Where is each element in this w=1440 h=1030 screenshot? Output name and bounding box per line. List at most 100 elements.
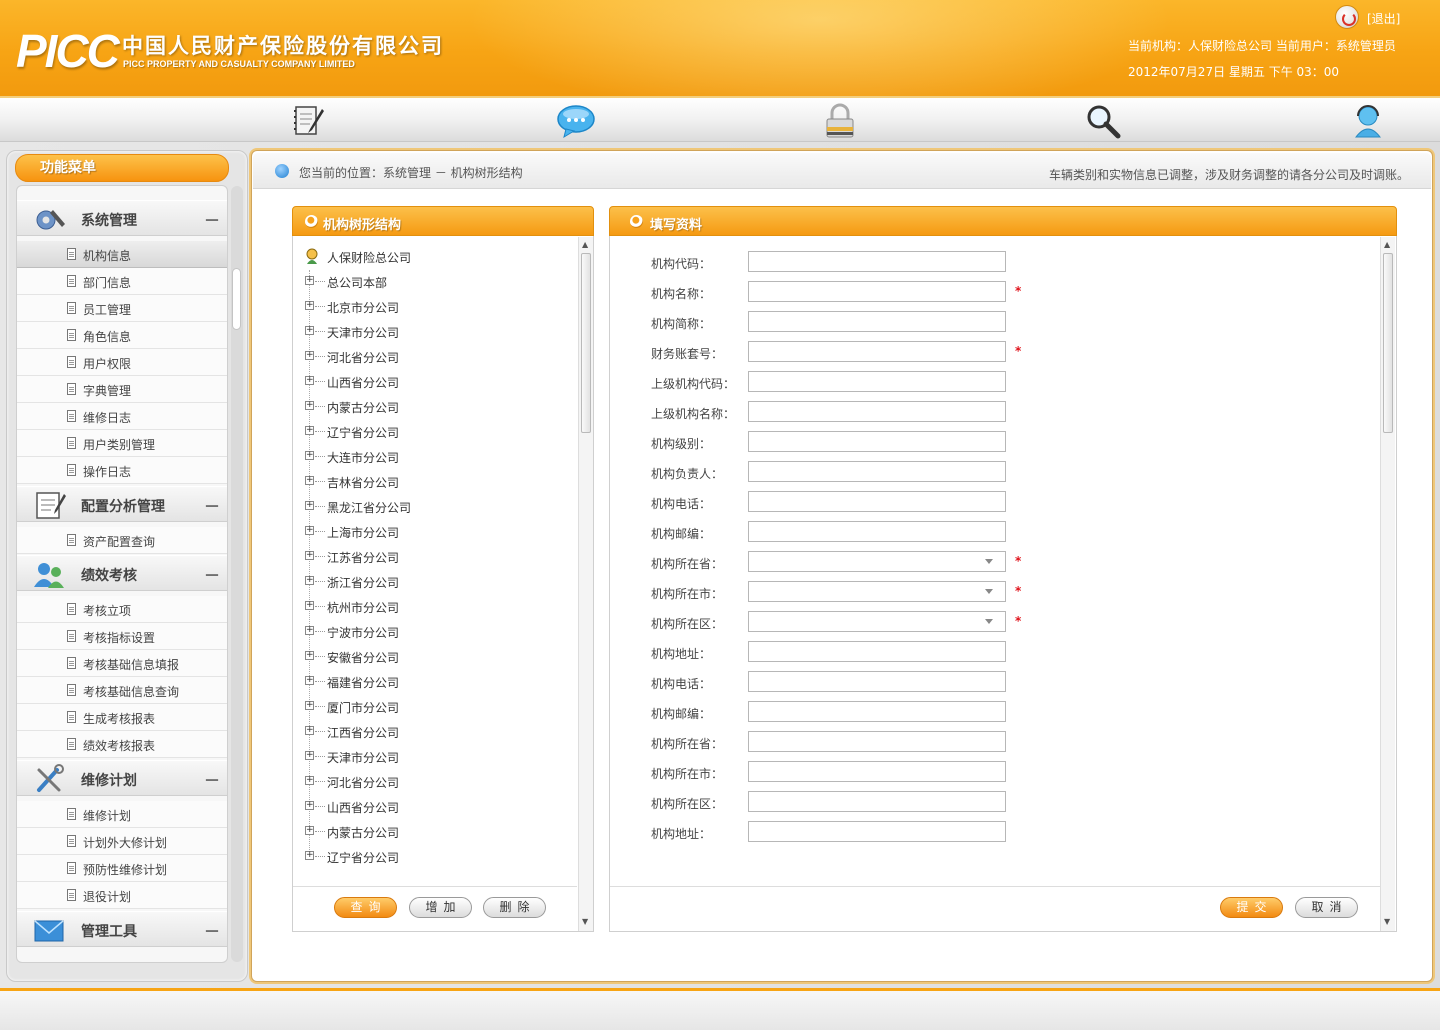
delete-button[interactable]: 删除 — [483, 897, 546, 918]
expand-icon[interactable]: + — [305, 626, 314, 635]
field-input[interactable] — [748, 401, 1006, 422]
collapse-icon[interactable]: － — [204, 493, 220, 517]
field-input[interactable] — [748, 521, 1006, 542]
sidebar-group-management-tools[interactable]: 管理工具 － — [17, 911, 227, 947]
document-icon — [67, 603, 76, 615]
add-button[interactable]: 增加 — [409, 897, 472, 918]
field-select[interactable] — [748, 551, 1006, 572]
notebook-icon[interactable] — [290, 103, 326, 139]
sidebar-item-preventive-maintenance[interactable]: 预防性维修计划 — [17, 855, 227, 882]
search-icon[interactable] — [1085, 103, 1121, 139]
collapse-icon[interactable]: － — [204, 918, 220, 942]
sidebar-item-unplanned-overhaul[interactable]: 计划外大修计划 — [17, 828, 227, 855]
collapse-icon[interactable]: － — [204, 562, 220, 586]
sidebar-item-basic-info-fill[interactable]: 考核基础信息填报 — [17, 650, 227, 677]
submit-button[interactable]: 提交 — [1220, 897, 1283, 918]
scroll-down-icon[interactable]: ▼ — [582, 917, 588, 926]
expand-icon[interactable]: + — [305, 376, 314, 385]
field-input[interactable] — [748, 311, 1006, 332]
expand-icon[interactable]: + — [305, 301, 314, 310]
expand-icon[interactable]: + — [305, 701, 314, 710]
sidebar-item-operation-log[interactable]: 操作日志 — [17, 457, 227, 484]
expand-icon[interactable]: + — [305, 601, 314, 610]
sidebar-item-performance-report[interactable]: 绩效考核报表 — [17, 731, 227, 758]
expand-icon[interactable]: + — [305, 576, 314, 585]
field-input[interactable] — [748, 821, 1006, 842]
chat-bubble-icon[interactable] — [556, 103, 596, 139]
tree-scrollbar-thumb[interactable] — [581, 253, 591, 433]
expand-icon[interactable]: + — [305, 551, 314, 560]
field-select[interactable] — [748, 611, 1006, 632]
expand-icon[interactable]: + — [305, 751, 314, 760]
lock-icon[interactable] — [822, 103, 858, 139]
form-scrollbar[interactable]: ▲ ▼ — [1380, 237, 1395, 931]
field-input[interactable] — [748, 251, 1006, 272]
expand-icon[interactable]: + — [305, 776, 314, 785]
sidebar-item-retirement-plan[interactable]: 退役计划 — [17, 882, 227, 909]
expand-icon[interactable]: + — [305, 801, 314, 810]
expand-icon[interactable]: + — [305, 651, 314, 660]
sidebar-item-generate-report[interactable]: 生成考核报表 — [17, 704, 227, 731]
field-input[interactable] — [748, 371, 1006, 392]
expand-icon[interactable]: + — [305, 451, 314, 460]
sidebar-item-dept-info[interactable]: 部门信息 — [17, 268, 227, 295]
sidebar-item-repair-log[interactable]: 维修日志 — [17, 403, 227, 430]
expand-icon[interactable]: + — [305, 326, 314, 335]
expand-icon[interactable]: + — [305, 726, 314, 735]
expand-icon[interactable]: + — [305, 426, 314, 435]
sidebar-group-system-management[interactable]: 系统管理 － — [17, 200, 227, 236]
collapse-icon[interactable]: － — [204, 207, 220, 231]
expand-icon[interactable]: + — [305, 676, 314, 685]
form-scrollbar-thumb[interactable] — [1383, 253, 1393, 433]
tree-node-label: 北京市分公司 — [327, 301, 400, 315]
field-input[interactable] — [748, 731, 1006, 752]
sidebar-scrollbar-thumb[interactable] — [232, 268, 241, 330]
user-support-icon[interactable] — [1350, 103, 1386, 139]
expand-icon[interactable]: + — [305, 351, 314, 360]
sidebar-item-user-category[interactable]: 用户类别管理 — [17, 430, 227, 457]
expand-icon[interactable]: + — [305, 526, 314, 535]
field-input[interactable] — [748, 791, 1006, 812]
query-button[interactable]: 查询 — [334, 897, 397, 918]
sidebar-item-repair-plan[interactable]: 维修计划 — [17, 801, 227, 828]
expand-icon[interactable]: + — [305, 401, 314, 410]
cancel-button[interactable]: 取消 — [1295, 897, 1358, 918]
sidebar-item-org-info[interactable]: 机构信息 — [17, 241, 227, 268]
expand-icon[interactable]: + — [305, 501, 314, 510]
logout-link[interactable]: [退出] — [1367, 10, 1400, 27]
field-input[interactable] — [748, 341, 1006, 362]
field-input[interactable] — [748, 281, 1006, 302]
scroll-up-icon[interactable]: ▲ — [582, 240, 588, 249]
scroll-down-icon[interactable]: ▼ — [1384, 917, 1390, 926]
collapse-icon[interactable]: － — [204, 767, 220, 791]
envelope-icon — [34, 920, 64, 942]
expand-icon[interactable]: + — [305, 851, 314, 860]
sidebar-item-asset-query[interactable]: 资产配置查询 — [17, 527, 227, 554]
sidebar-group-maintenance-plan[interactable]: 维修计划 － — [17, 760, 227, 796]
field-input[interactable] — [748, 761, 1006, 782]
logout-icon[interactable] — [1335, 5, 1359, 29]
expand-icon[interactable]: + — [305, 476, 314, 485]
field-input[interactable] — [748, 671, 1006, 692]
tree-scrollbar[interactable]: ▲ ▼ — [578, 237, 593, 931]
sidebar-item-dictionary[interactable]: 字典管理 — [17, 376, 227, 403]
sidebar-item-roles[interactable]: 角色信息 — [17, 322, 227, 349]
field-select[interactable] — [748, 581, 1006, 602]
sidebar-item-assessment-project[interactable]: 考核立项 — [17, 596, 227, 623]
field-input[interactable] — [748, 461, 1006, 482]
sidebar-item-basic-info-query[interactable]: 考核基础信息查询 — [17, 677, 227, 704]
document-icon — [67, 329, 76, 341]
sidebar-item-staff[interactable]: 员工管理 — [17, 295, 227, 322]
expand-icon[interactable]: + — [305, 276, 314, 285]
field-input[interactable] — [748, 701, 1006, 722]
sidebar-item-indicator-settings[interactable]: 考核指标设置 — [17, 623, 227, 650]
sidebar-item-permissions[interactable]: 用户权限 — [17, 349, 227, 376]
field-input[interactable] — [748, 641, 1006, 662]
sidebar-group-performance[interactable]: 绩效考核 － — [17, 555, 227, 591]
field-label: 机构所在省： — [651, 557, 724, 571]
expand-icon[interactable]: + — [305, 826, 314, 835]
sidebar-group-config-analysis[interactable]: 配置分析管理 － — [17, 486, 227, 522]
field-input[interactable] — [748, 431, 1006, 452]
scroll-up-icon[interactable]: ▲ — [1384, 240, 1390, 249]
field-input[interactable] — [748, 491, 1006, 512]
